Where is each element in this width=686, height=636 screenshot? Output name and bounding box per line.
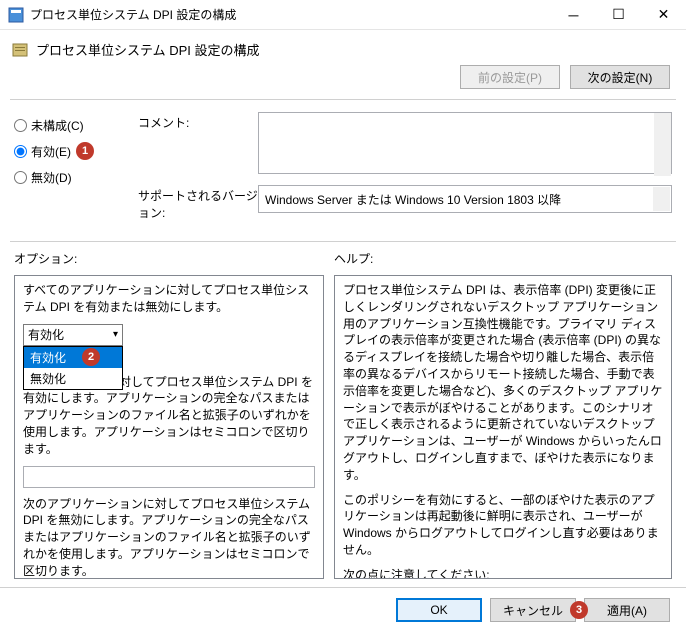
comment-label: コメント: — [138, 112, 258, 177]
radio-disabled-input[interactable] — [14, 171, 27, 184]
badge-2: 2 — [82, 348, 100, 366]
app-icon — [8, 7, 24, 23]
policy-icon — [12, 42, 28, 58]
help-p1: プロセス単位システム DPI は、表示倍率 (DPI) 変更後に正しくレンダリン… — [343, 282, 663, 484]
help-p3: 次の点に注意してください: — [343, 567, 663, 579]
dropdown-item-label: 有効化 — [30, 351, 66, 365]
badge-1: 1 — [76, 142, 94, 160]
options-section-label: オプション: — [14, 250, 334, 267]
radio-disabled[interactable]: 無効(D) — [14, 164, 124, 190]
options-desc3: 次のアプリケーションに対してプロセス単位システム DPI を無効にします。アプリ… — [23, 496, 315, 579]
radio-enabled[interactable]: 有効(E) 1 — [14, 138, 124, 164]
next-setting-button[interactable]: 次の設定(N) — [570, 65, 670, 89]
scrollbar[interactable] — [654, 113, 671, 176]
enable-dropdown[interactable]: 有効化 ▾ 有効化 2 無効化 — [23, 324, 123, 346]
policy-title: プロセス単位システム DPI 設定の構成 — [36, 40, 260, 59]
dropdown-selected-text: 有効化 — [28, 326, 64, 343]
divider — [10, 241, 676, 242]
minimize-button[interactable]: ─ — [551, 0, 596, 29]
scrollbar[interactable] — [653, 187, 670, 211]
apply-button[interactable]: 適用(A) — [584, 598, 670, 622]
enable-apps-input[interactable] — [23, 466, 315, 488]
footer: OK キャンセル 3 適用(A) — [0, 587, 686, 632]
dropdown-item-enable[interactable]: 有効化 2 — [24, 347, 122, 368]
version-box: Windows Server または Windows 10 Version 18… — [258, 185, 672, 213]
help-panel: プロセス単位システム DPI は、表示倍率 (DPI) 変更後に正しくレンダリン… — [334, 275, 672, 579]
help-section-label: ヘルプ: — [334, 250, 373, 267]
version-value: Windows Server または Windows 10 Version 18… — [265, 191, 561, 208]
divider — [10, 99, 676, 100]
cancel-button[interactable]: キャンセル — [490, 598, 576, 622]
window-titlebar: プロセス単位システム DPI 設定の構成 ─ ☐ ✕ — [0, 0, 686, 30]
options-desc1: すべてのアプリケーションに対してプロセス単位システム DPI を有効または無効に… — [23, 282, 315, 316]
radio-enabled-input[interactable] — [14, 145, 27, 158]
chevron-down-icon: ▾ — [113, 329, 118, 340]
prev-setting-button[interactable]: 前の設定(P) — [460, 65, 560, 89]
options-panel: すべてのアプリケーションに対してプロセス単位システム DPI を有効または無効に… — [14, 275, 324, 579]
window-title: プロセス単位システム DPI 設定の構成 — [30, 6, 551, 23]
ok-button[interactable]: OK — [396, 598, 482, 622]
radio-not-configured-input[interactable] — [14, 119, 27, 132]
radio-not-configured[interactable]: 未構成(C) — [14, 112, 124, 138]
maximize-button[interactable]: ☐ — [596, 0, 641, 29]
radio-not-configured-label: 未構成(C) — [31, 117, 84, 134]
radio-disabled-label: 無効(D) — [31, 169, 72, 186]
help-p2: このポリシーを有効にすると、一部のぼやけた表示のアプリケーションは再起動後に鮮明… — [343, 492, 663, 559]
radio-enabled-label: 有効(E) — [31, 143, 71, 160]
dropdown-list: 有効化 2 無効化 — [23, 346, 123, 390]
close-button[interactable]: ✕ — [641, 0, 686, 29]
header: プロセス単位システム DPI 設定の構成 — [0, 30, 686, 67]
comment-textarea[interactable] — [258, 112, 672, 174]
badge-3: 3 — [570, 601, 588, 619]
version-label: サポートされるバージョン: — [138, 185, 258, 221]
dropdown-item-disable[interactable]: 無効化 — [24, 368, 122, 389]
